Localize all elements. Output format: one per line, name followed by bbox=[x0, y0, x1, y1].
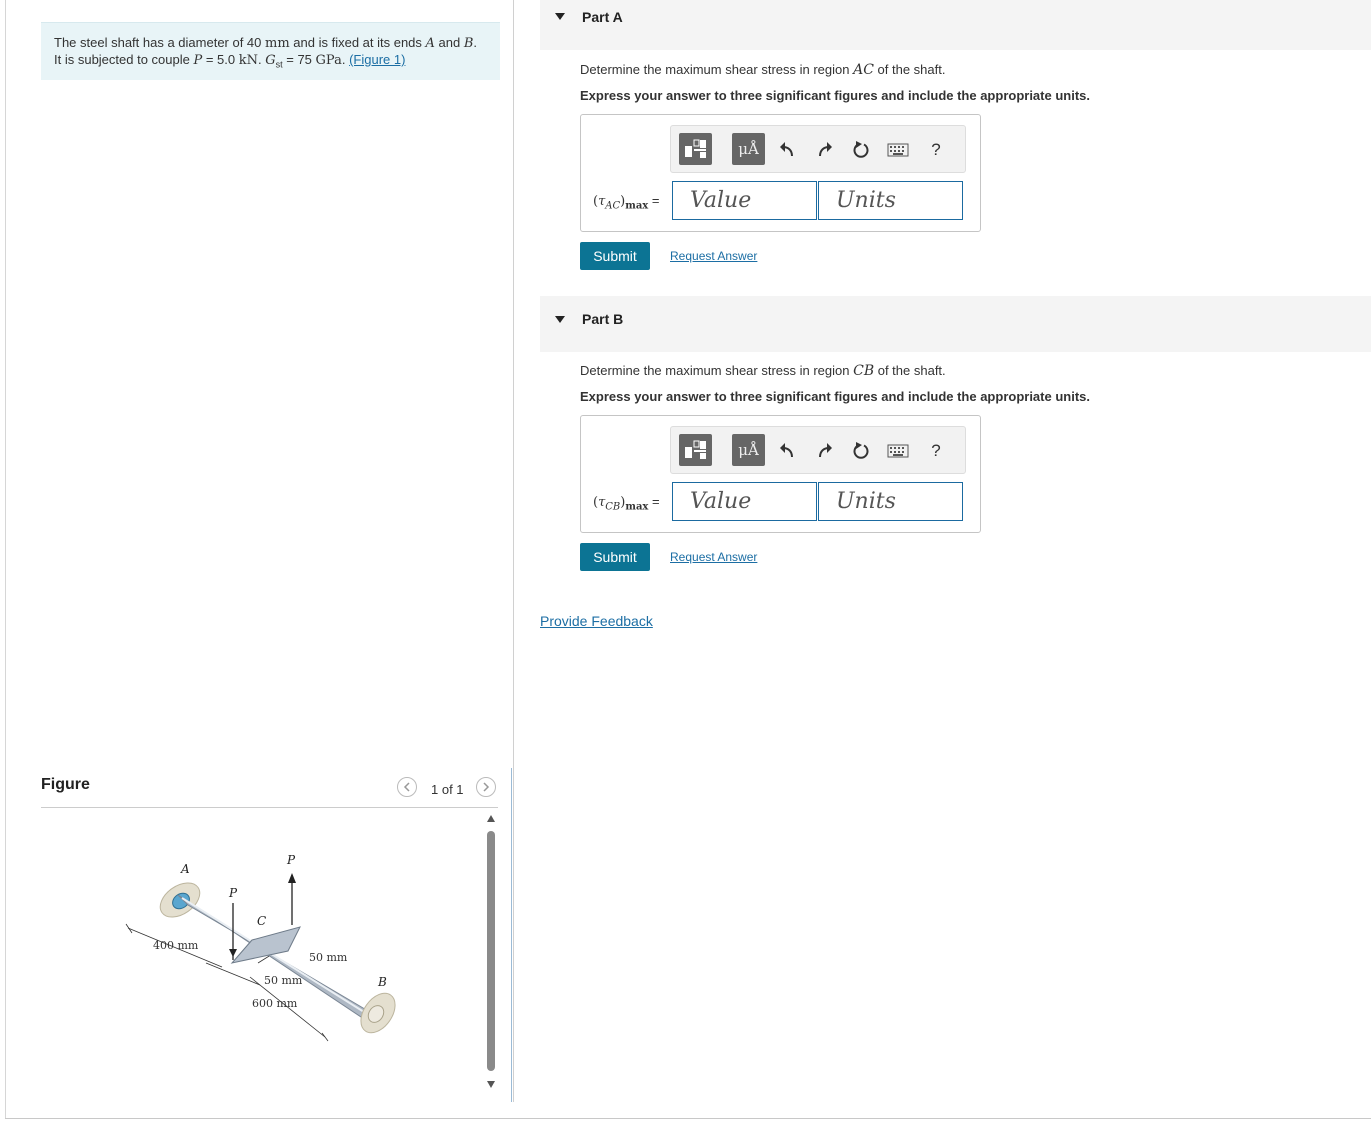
part-b-instruction: Express your answer to three significant… bbox=[580, 389, 1090, 404]
part-a-units-input[interactable]: Units bbox=[818, 181, 963, 220]
prompt-text: Determine the maximum shear stress in re… bbox=[580, 363, 854, 378]
prompt-text: of the shaft. bbox=[874, 363, 946, 378]
max-sub: max bbox=[625, 200, 649, 212]
collapse-arrow-icon[interactable] bbox=[555, 316, 565, 323]
column-divider bbox=[513, 0, 514, 1102]
equals-sign: = bbox=[648, 494, 660, 509]
dim-50-right: 50 mm bbox=[309, 951, 348, 964]
part-b-title: Part B bbox=[582, 311, 624, 327]
scroll-thumb[interactable] bbox=[487, 831, 495, 1071]
undo-icon[interactable] bbox=[775, 138, 799, 162]
dim-50-bottom: 50 mm bbox=[264, 974, 303, 987]
problem-text: It is subjected to couple bbox=[54, 52, 194, 67]
var-g-sub: st bbox=[275, 59, 283, 70]
problem-text: . bbox=[473, 35, 478, 50]
region-ac: AC bbox=[853, 62, 874, 78]
units-icon[interactable]: μÅ bbox=[732, 434, 765, 466]
part-a-value-input[interactable]: Value bbox=[672, 181, 817, 220]
part-a-equation-label: (τAC)max = bbox=[593, 193, 660, 212]
templates-icon[interactable] bbox=[679, 133, 712, 165]
keyboard-icon[interactable] bbox=[886, 138, 910, 162]
figure-divider bbox=[41, 807, 498, 808]
equals-sign: = bbox=[648, 193, 660, 208]
problem-statement: The steel shaft has a diameter of 40 mm … bbox=[41, 22, 500, 80]
unit-kn: kN bbox=[238, 53, 258, 68]
reset-icon[interactable] bbox=[849, 439, 873, 463]
chevron-left-icon bbox=[397, 777, 417, 797]
part-a-header[interactable]: Part A bbox=[540, 0, 1371, 50]
figure-next-button[interactable] bbox=[476, 777, 496, 797]
problem-text: and is fixed at its ends bbox=[289, 35, 426, 50]
undo-icon[interactable] bbox=[775, 439, 799, 463]
part-a-submit-button[interactable]: Submit bbox=[580, 242, 650, 270]
figure-link[interactable]: (Figure 1) bbox=[349, 52, 405, 67]
part-b-header[interactable]: Part B bbox=[540, 296, 1371, 352]
problem-text: = 75 bbox=[282, 52, 316, 67]
label-p1: P bbox=[228, 886, 238, 900]
panel-scroll-indicator bbox=[511, 768, 512, 1102]
redo-icon[interactable] bbox=[813, 439, 837, 463]
unit-mm: mm bbox=[265, 36, 290, 51]
point-b: B bbox=[463, 36, 474, 51]
unit-gpa: GPa bbox=[315, 53, 342, 68]
part-b-units-input[interactable]: Units bbox=[818, 482, 963, 521]
max-sub: max bbox=[625, 501, 649, 513]
units-icon[interactable]: μÅ bbox=[732, 133, 765, 165]
help-icon[interactable]: ? bbox=[924, 138, 948, 162]
part-a-prompt: Determine the maximum shear stress in re… bbox=[580, 62, 945, 78]
templates-icon[interactable] bbox=[679, 434, 712, 466]
figure-count: 1 of 1 bbox=[431, 782, 464, 797]
figure-scrollbar[interactable] bbox=[485, 815, 497, 1093]
math-toolbar: μÅ ? bbox=[670, 426, 966, 474]
shaft-figure: A B C P P 400 mm 50 mm 50 mm 600 mm bbox=[125, 853, 396, 1042]
prompt-text: of the shaft. bbox=[873, 62, 946, 77]
scroll-down-arrow-icon[interactable] bbox=[487, 1081, 495, 1088]
left-border bbox=[5, 0, 6, 1118]
part-a-answer-box: μÅ ? (τAC)max = Value Units bbox=[580, 114, 981, 232]
scroll-up-arrow-icon[interactable] bbox=[487, 815, 495, 822]
label-p2: P bbox=[286, 853, 296, 867]
var-g: G bbox=[265, 53, 276, 68]
part-b-equation-label: (τCB)max = bbox=[593, 494, 660, 513]
part-a-instruction: Express your answer to three significant… bbox=[580, 88, 1090, 103]
part-a-request-answer-link[interactable]: Request Answer bbox=[670, 249, 757, 263]
part-b-answer-box: μÅ ? (τCB)max = Value Units bbox=[580, 415, 981, 533]
var-p: P bbox=[193, 53, 203, 68]
part-a-title: Part A bbox=[582, 9, 623, 25]
part-b-prompt: Determine the maximum shear stress in re… bbox=[580, 363, 946, 379]
problem-text: . bbox=[341, 52, 350, 67]
keyboard-icon[interactable] bbox=[886, 439, 910, 463]
part-b-submit-button[interactable]: Submit bbox=[580, 543, 650, 571]
collapse-arrow-icon[interactable] bbox=[555, 13, 565, 20]
point-a: A bbox=[425, 36, 435, 51]
label-c: C bbox=[257, 914, 266, 928]
problem-text: = 5.0 bbox=[202, 52, 239, 67]
region-cb: CB bbox=[853, 363, 875, 379]
dim-600: 600 mm bbox=[252, 997, 298, 1010]
tau-sub: AC bbox=[605, 200, 621, 212]
chevron-right-icon bbox=[476, 777, 496, 797]
part-b-request-answer-link[interactable]: Request Answer bbox=[670, 550, 757, 564]
problem-text: The steel shaft has a diameter of 40 bbox=[54, 35, 266, 50]
label-a: A bbox=[180, 862, 190, 876]
provide-feedback-link[interactable]: Provide Feedback bbox=[540, 613, 653, 629]
help-icon[interactable]: ? bbox=[924, 439, 948, 463]
prompt-text: Determine the maximum shear stress in re… bbox=[580, 62, 854, 77]
math-toolbar: μÅ ? bbox=[670, 125, 966, 173]
tau-sub: CB bbox=[605, 501, 621, 513]
dim-400: 400 mm bbox=[153, 939, 199, 952]
part-b-value-input[interactable]: Value bbox=[672, 482, 817, 521]
reset-icon[interactable] bbox=[849, 138, 873, 162]
figure-title: Figure bbox=[41, 776, 90, 793]
bottom-border bbox=[5, 1118, 1371, 1119]
figure-prev-button[interactable] bbox=[397, 777, 417, 797]
label-b: B bbox=[377, 975, 387, 989]
redo-icon[interactable] bbox=[813, 138, 837, 162]
problem-text: and bbox=[434, 35, 464, 50]
